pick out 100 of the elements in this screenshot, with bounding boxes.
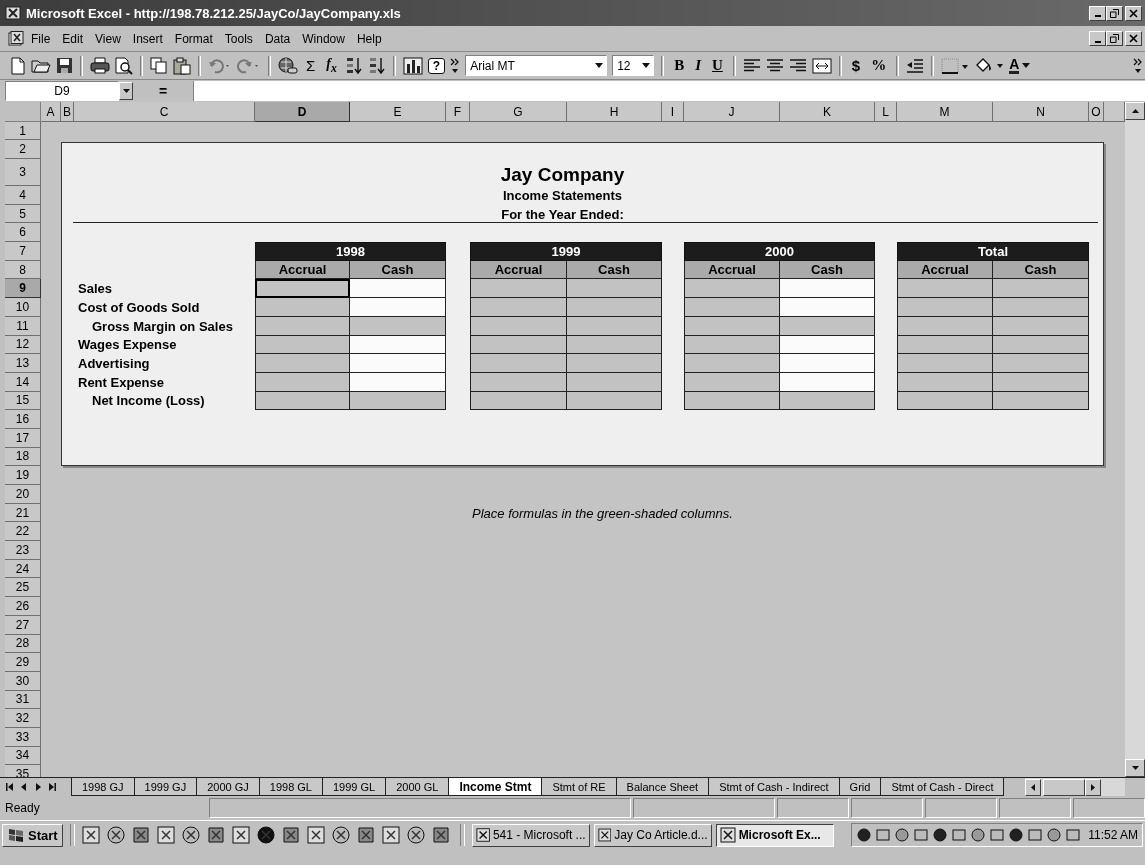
table-cell[interactable] [780,354,875,373]
column-header[interactable]: A [41,102,61,122]
table-cell[interactable] [350,354,446,373]
row-header[interactable]: 25 [5,578,41,598]
sheet-tab[interactable]: Stmt of Cash - Direct [880,778,1005,796]
app-icon[interactable] [356,826,375,844]
horizontal-scrollbar[interactable] [1025,778,1125,796]
row-header[interactable]: 1 [5,122,41,140]
column-header[interactable]: F [446,102,470,122]
row-header[interactable]: 6 [5,223,41,243]
tray-icon[interactable] [856,827,873,843]
table-cell[interactable] [470,354,567,373]
percent-button[interactable]: % [868,57,890,74]
app-icon[interactable] [256,826,275,844]
column-header[interactable]: D [255,102,350,122]
table-cell[interactable] [567,354,662,373]
app-icon[interactable] [206,826,225,844]
app-icon[interactable] [131,826,150,844]
restore-button[interactable] [1106,31,1123,46]
vertical-scrollbar[interactable] [1125,102,1145,777]
merge-center-icon[interactable] [811,57,832,74]
table-cell[interactable] [350,298,446,317]
menu-item[interactable]: Tools [219,30,258,47]
table-cell[interactable] [567,298,662,317]
scroll-up-button[interactable] [1125,102,1145,120]
scroll-right-button[interactable] [1085,778,1101,796]
row-header[interactable]: 9 [5,279,41,299]
italic-button[interactable]: I [692,57,704,74]
row-header[interactable]: 2 [5,140,41,159]
start-button[interactable]: Start [2,823,63,847]
row-header[interactable]: 23 [5,541,41,560]
tray-icon[interactable] [1046,827,1063,843]
new-file-icon[interactable] [10,56,26,75]
indent-icon[interactable] [906,58,925,73]
menu-item[interactable]: Format [169,30,218,47]
column-header[interactable]: I [662,102,684,122]
app-icon[interactable] [106,826,125,844]
row-header[interactable]: 10 [5,298,41,317]
table-cell[interactable] [470,298,567,317]
taskbar-button[interactable]: Jay Co Article.d... [593,823,712,847]
edit-formula-button[interactable]: = [133,83,193,99]
app-icon[interactable] [281,826,300,844]
column-header[interactable]: J [684,102,780,122]
table-cell[interactable] [897,354,993,373]
row-header[interactable]: 7 [5,242,41,261]
column-header[interactable]: L [875,102,897,122]
tray-icon[interactable] [894,827,911,843]
row-header[interactable]: 19 [5,466,41,485]
minimize-button[interactable] [1089,31,1106,46]
scroll-down-button[interactable] [1125,759,1145,777]
row-header[interactable]: 13 [5,354,41,373]
app-icon[interactable] [431,826,450,844]
underline-button[interactable]: U [709,57,726,74]
sheet-tab[interactable]: 1998 GJ [71,778,135,796]
table-cell[interactable] [897,279,993,299]
help-button[interactable]: ? [427,57,446,74]
column-header[interactable]: E [350,102,446,122]
autosum-button[interactable]: Σ [303,57,319,74]
table-cell[interactable] [993,279,1089,299]
table-cell[interactable] [897,298,993,317]
row-header[interactable]: 29 [5,653,41,672]
table-cell[interactable] [255,279,350,299]
row-header[interactable]: 32 [5,709,41,728]
name-box-dropdown[interactable] [119,82,133,100]
table-cell[interactable] [567,279,662,299]
column-header[interactable]: G [470,102,567,122]
table-cell[interactable] [255,354,350,373]
menu-item[interactable]: Edit [57,30,89,47]
taskbar-button[interactable]: Microsoft Ex... [715,823,834,847]
table-cell[interactable] [350,279,446,299]
borders-icon[interactable] [941,57,970,74]
app-icon[interactable] [181,826,200,844]
sheet-tab[interactable]: Stmt of Cash - Indirect [708,778,840,796]
row-header[interactable]: 3 [5,159,41,186]
table-cell[interactable] [993,354,1089,373]
table-cell[interactable] [255,298,350,317]
sheet-tab[interactable]: Income Stmt [448,778,543,796]
sheet-tab[interactable]: Grid [838,778,882,796]
currency-button[interactable]: $ [848,57,864,74]
row-header[interactable]: 20 [5,485,41,504]
menu-item[interactable]: Insert [127,30,168,47]
chart-icon[interactable] [402,56,423,75]
sheet-tab[interactable]: 1998 GL [258,778,323,796]
font-color-button[interactable]: A [1009,57,1031,74]
scroll-left-button[interactable] [1025,778,1041,796]
menu-item[interactable]: View [90,30,126,47]
app-icon[interactable] [306,826,325,844]
name-box[interactable]: D9 [5,81,119,101]
row-header[interactable]: 16 [5,410,41,429]
table-cell[interactable] [684,354,780,373]
previous-sheet-icon[interactable] [19,782,29,792]
row-header[interactable]: 26 [5,597,41,616]
print-preview-icon[interactable] [115,56,133,75]
chevron-icon[interactable] [1133,56,1143,75]
minimize-button[interactable] [1089,5,1106,21]
sheet-tab[interactable]: 2000 GJ [196,778,260,796]
app-icon[interactable] [331,826,350,844]
last-sheet-icon[interactable] [47,782,57,792]
font-field[interactable]: Arial MT [465,55,608,76]
sort-ascending-icon[interactable] [344,56,363,75]
